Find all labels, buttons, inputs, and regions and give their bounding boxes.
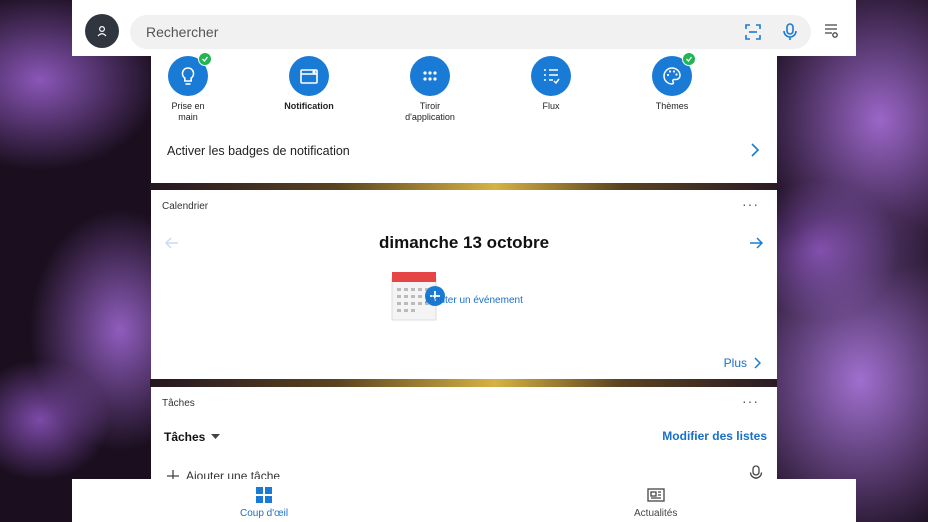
shortcut-circle (168, 52, 212, 96)
tasks-card: Tâches ··· Tâches Modifier des listes Aj… (151, 387, 777, 487)
calendar-more-link[interactable]: Plus (724, 356, 761, 370)
calendar-card: Calendrier ··· dimanche 13 octobre Ajout… (151, 190, 777, 379)
shortcut-label: Notification (284, 101, 334, 111)
chevron-right-icon[interactable] (749, 142, 761, 158)
shortcuts-card: Prise en main Notification Tiroir d'appl… (151, 52, 777, 183)
shortcut-notification[interactable]: Notification (274, 56, 344, 112)
shortcut-label: Tiroir d'application (405, 101, 455, 122)
add-event-link[interactable]: Ajouter un événement (425, 295, 523, 306)
shortcut-circle (289, 56, 329, 96)
next-day-arrow-icon[interactable] (747, 234, 765, 252)
notification-badges-label: Activer les badges de notification (167, 144, 350, 158)
chevron-right-icon (754, 357, 761, 369)
search-input[interactable]: Rechercher (146, 24, 218, 40)
tasks-menu-icon[interactable]: ··· (742, 393, 759, 409)
task-list-selector[interactable]: Tâches (164, 430, 221, 444)
avatar[interactable] (85, 14, 119, 48)
tasks-title: Tâches (162, 398, 195, 409)
mic-icon[interactable] (780, 22, 800, 42)
avatar-icon (97, 25, 107, 37)
shortcut-getting-started[interactable]: Prise en main (153, 52, 223, 123)
feed-icon (544, 69, 560, 85)
caret-down-icon (211, 434, 221, 439)
app-drawer-icon (423, 71, 437, 81)
calendar-menu-icon[interactable]: ··· (742, 196, 759, 212)
shortcut-label: Prise en main (171, 101, 205, 122)
calendar-more-label: Plus (723, 356, 747, 370)
wallpaper-strip (150, 379, 777, 387)
tab-glance-label: Coup d'œil (240, 508, 289, 519)
bottom-navigation: Coup d'œil Actualités (72, 479, 856, 522)
tab-news[interactable]: Actualités (634, 487, 677, 519)
calendar-date: dimanche 13 octobre (378, 233, 550, 252)
glance-icon (256, 487, 273, 503)
check-icon (198, 52, 212, 66)
shortcut-feed[interactable]: Flux (516, 56, 586, 112)
notification-badges-row[interactable]: Activer les badges de notification (167, 144, 350, 158)
shortcut-circle (652, 52, 696, 96)
calendar-title: Calendrier (162, 201, 209, 212)
news-icon (647, 488, 665, 502)
edit-lists-link[interactable]: Modifier des listes (662, 429, 767, 443)
search-bar[interactable]: Rechercher (130, 15, 811, 49)
shortcut-themes[interactable]: Thèmes (637, 52, 707, 112)
tab-glance[interactable]: Coup d'œil (240, 487, 288, 519)
settings-icon[interactable] (822, 22, 840, 40)
check-icon (682, 52, 696, 66)
shortcut-circle (531, 56, 571, 96)
scan-icon[interactable] (743, 22, 763, 42)
lightbulb-icon (181, 67, 195, 85)
notification-icon (300, 69, 318, 84)
tab-news-label: Actualités (634, 508, 678, 519)
shortcut-label: Flux (542, 101, 560, 111)
shortcut-label: Thèmes (655, 101, 689, 111)
shortcut-circle (410, 56, 450, 96)
palette-icon (663, 67, 681, 85)
task-list-name: Tâches (164, 430, 206, 444)
top-bar: Rechercher (72, 0, 856, 56)
shortcut-app-drawer[interactable]: Tiroir d'application (395, 56, 465, 123)
